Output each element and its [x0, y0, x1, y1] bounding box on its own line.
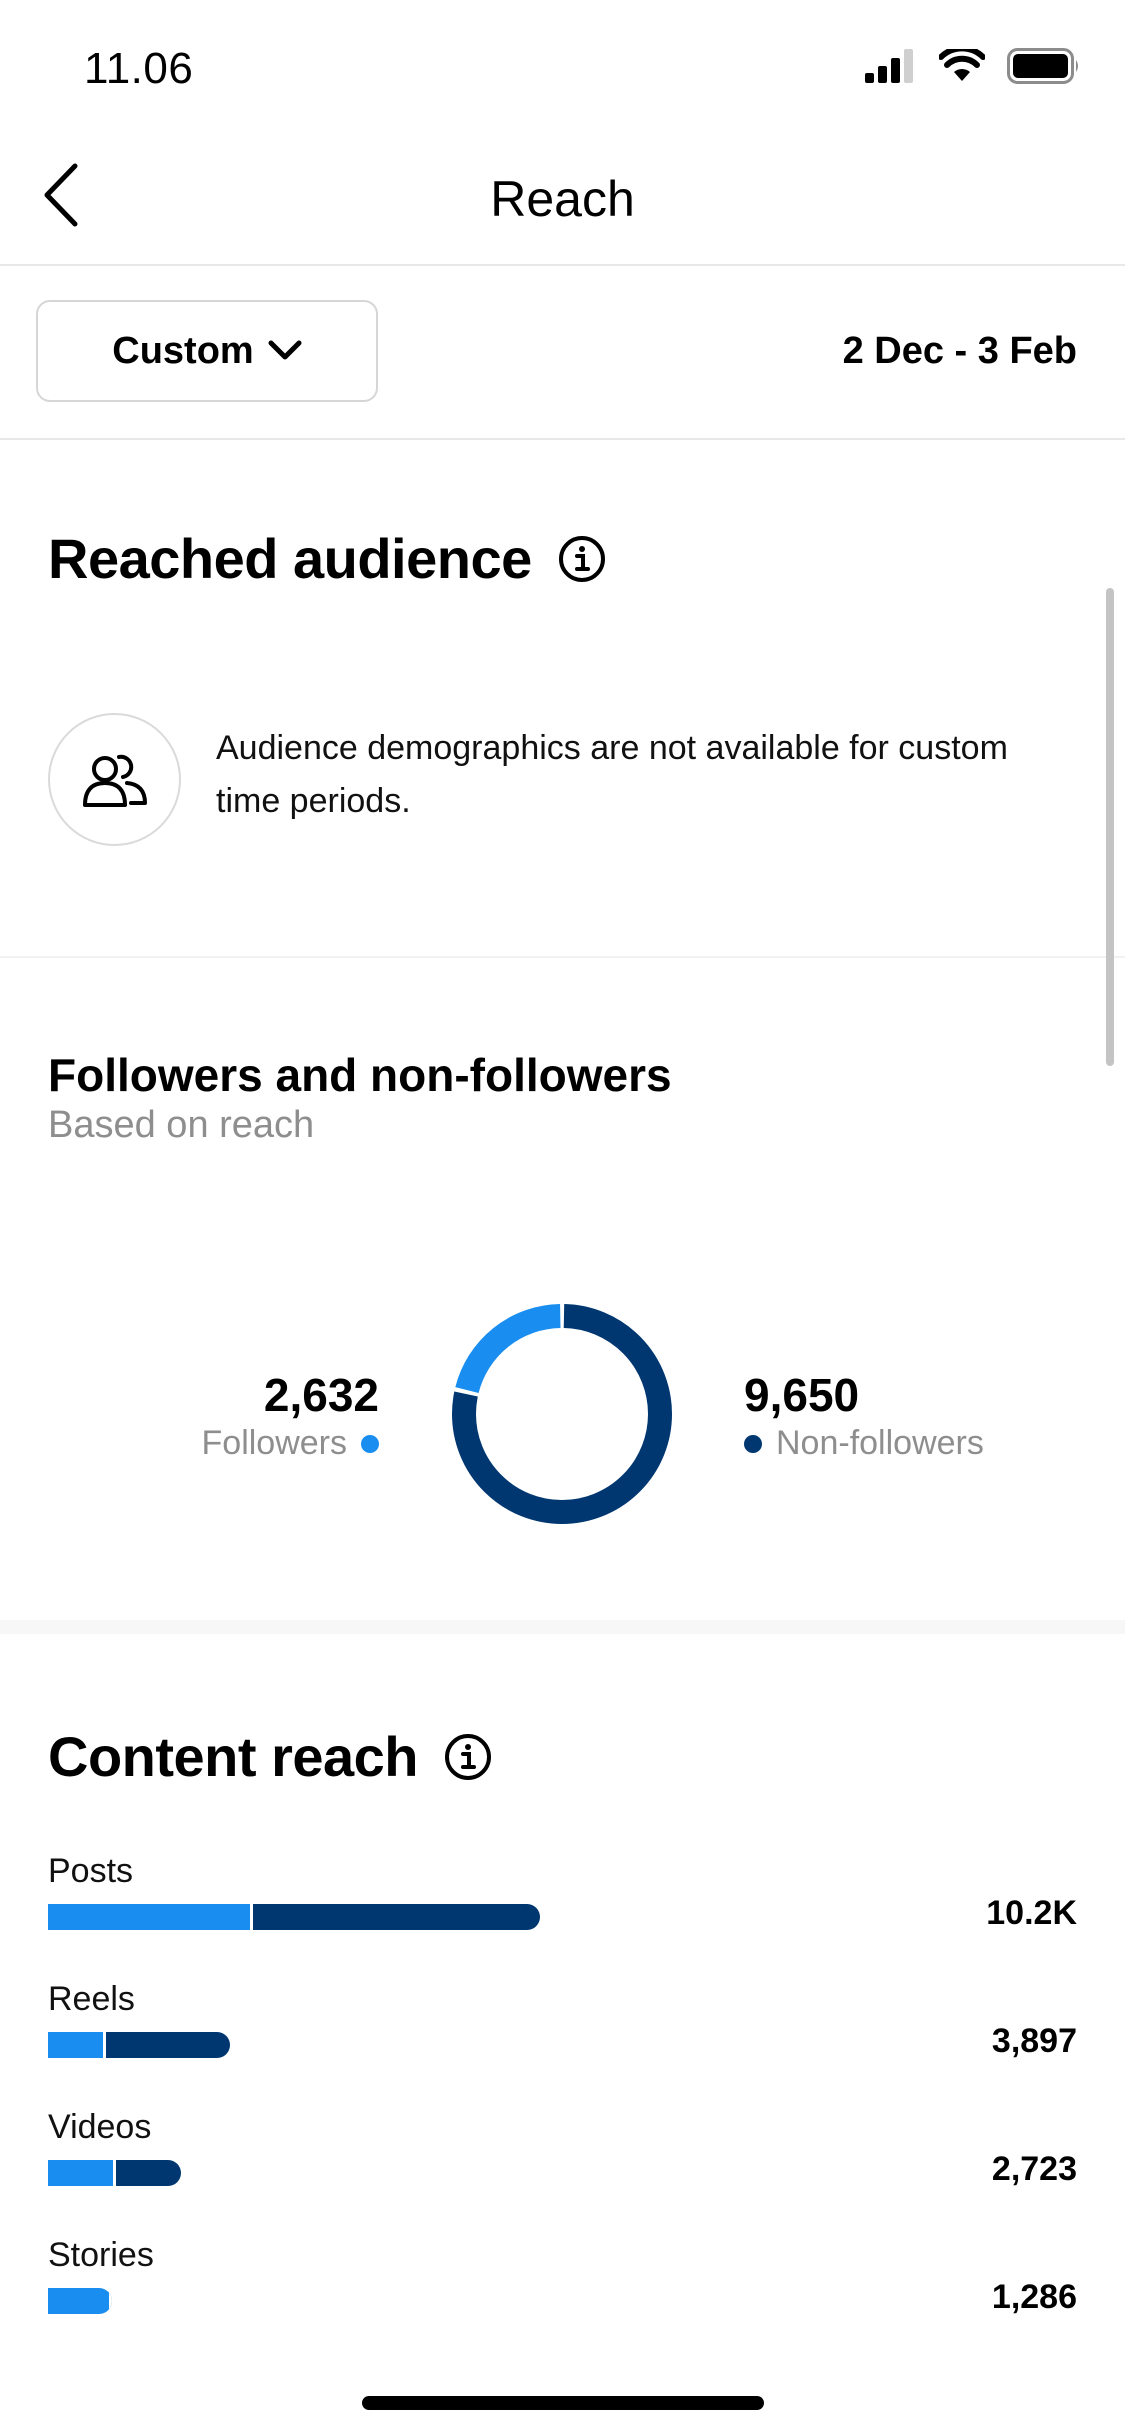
bar-segment-non-followers [113, 2160, 181, 2186]
battery-icon [1007, 48, 1078, 84]
bar-segment-followers [48, 1904, 250, 1930]
audience-avatar [48, 713, 181, 846]
chevron-down-icon [268, 340, 302, 360]
content-reach-value: 2,723 [991, 2150, 1077, 2188]
content-reach-row: Stories 1,286 [48, 2236, 1077, 2346]
content-reach-value: 3,897 [991, 2022, 1077, 2060]
page-title: Reach [490, 171, 635, 227]
header-divider [0, 264, 1125, 266]
non-followers-dot [744, 1434, 762, 1453]
date-range: 2 Dec - 3 Feb [842, 330, 1077, 372]
content-reach-bar [48, 2160, 181, 2186]
bar-segment-non-followers [109, 2288, 112, 2314]
content-reach-value: 1,286 [991, 2278, 1077, 2316]
content-reach-label: Reels [48, 1980, 135, 2018]
reached-audience-title: Reached audience [48, 527, 532, 590]
info-icon[interactable] [444, 1733, 492, 1781]
wifi-icon [939, 49, 985, 81]
followers-section-title: Followers and non-followers [48, 1049, 672, 1101]
scrollbar[interactable] [1106, 588, 1114, 1066]
followers-dot [361, 1434, 379, 1453]
bar-segment-non-followers [250, 1904, 540, 1930]
signal-icon [865, 49, 913, 83]
info-icon[interactable] [558, 535, 606, 583]
non-followers-count: 9,650 [744, 1369, 860, 1421]
period-label: Custom [112, 329, 254, 372]
content-reach-bar [48, 2288, 112, 2314]
period-dropdown[interactable]: Custom [36, 300, 378, 402]
content-reach-title: Content reach [48, 1725, 419, 1788]
reached-audience-header: Reached audience [48, 526, 606, 591]
content-reach-label: Videos [48, 2108, 152, 2146]
home-indicator[interactable] [362, 2396, 764, 2410]
section-divider [0, 956, 1125, 958]
non-followers-label: Non-followers [776, 1424, 984, 1462]
section-divider [0, 1620, 1125, 1634]
demographics-unavailable-text: Audience demographics are not available … [216, 729, 1008, 820]
filter-divider [0, 438, 1125, 440]
bar-segment-followers [48, 2160, 113, 2186]
content-reach-value: 10.2K [986, 1894, 1077, 1932]
content-reach-bar [48, 2032, 230, 2058]
status-icons [865, 48, 1081, 84]
bar-segment-followers [48, 2288, 109, 2314]
content-reach-bar [48, 1904, 540, 1930]
people-icon [82, 754, 147, 807]
followers-section-caption: Based on reach [48, 1104, 315, 1146]
status-time: 11.06 [84, 44, 194, 93]
followers-label: Followers [201, 1424, 347, 1462]
content-reach-row: Videos 2,723 [48, 2108, 1077, 2218]
followers-count: 2,632 [263, 1369, 379, 1421]
followers-legend: Followers [202, 1424, 379, 1463]
content-reach-label: Posts [48, 1852, 134, 1890]
content-reach-row: Posts 10.2K [48, 1852, 1077, 1962]
non-followers-legend: Non-followers [744, 1424, 984, 1463]
content-reach-label: Stories [48, 2236, 154, 2274]
bar-segment-followers [48, 2032, 103, 2058]
followers-donut-chart [452, 1304, 672, 1524]
content-reach-header: Content reach [48, 1724, 492, 1789]
content-reach-row: Reels 3,897 [48, 1980, 1077, 2090]
bar-segment-non-followers [103, 2032, 230, 2058]
